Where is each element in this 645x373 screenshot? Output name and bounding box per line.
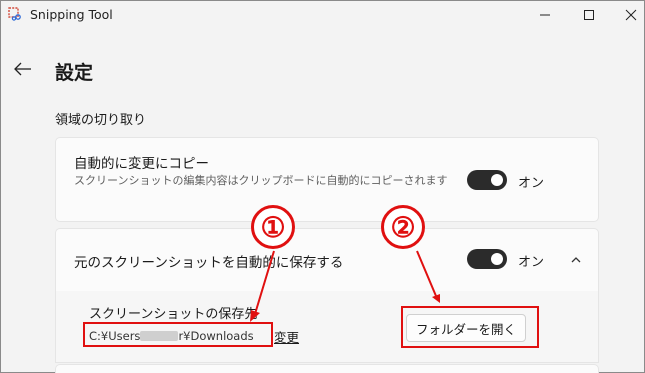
annotation-number-two: ② xyxy=(381,205,425,249)
annotation-arrows xyxy=(250,250,440,322)
annotation-number-one: ① xyxy=(251,205,295,249)
arrow-head-1 xyxy=(250,310,260,322)
